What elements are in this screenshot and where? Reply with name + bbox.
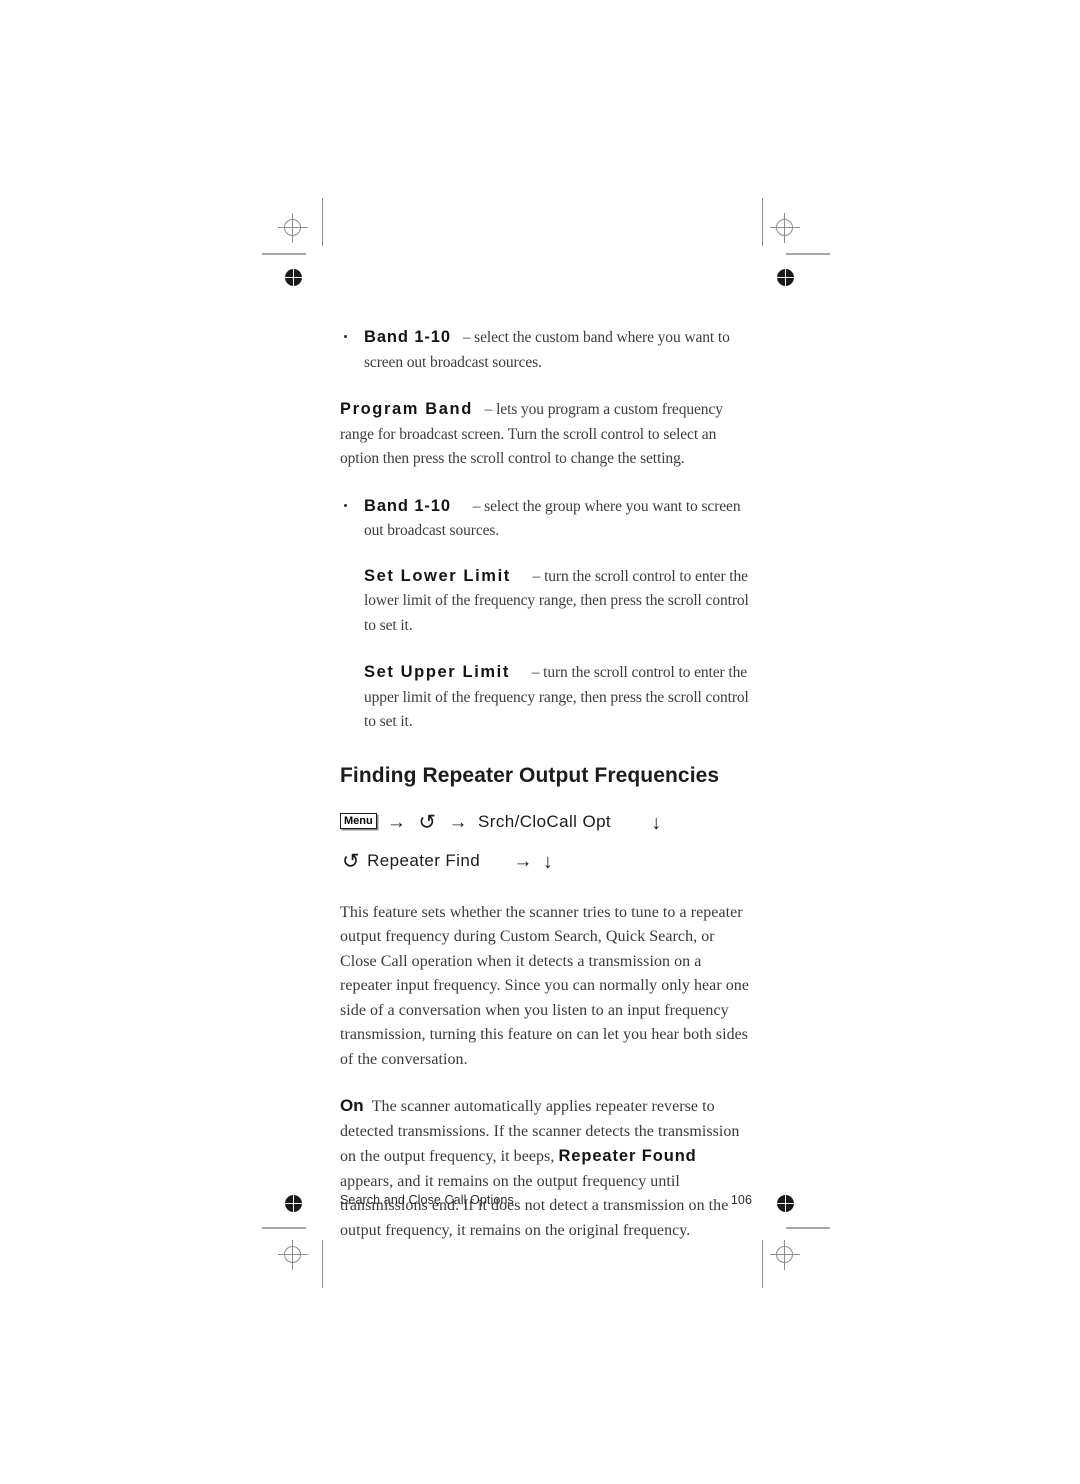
menu-step-srch-clocall-opt[interactable]: Srch/CloCall Opt (478, 812, 611, 831)
registration-crosshair-top-right (770, 213, 800, 243)
trim-rule-vertical-top-left (322, 198, 323, 246)
page-content-column: Band 1-10 – select the custom band where… (340, 325, 752, 1243)
footer-page-number: 106 (730, 1193, 752, 1207)
menu-navigation-row-2: ↺ Repeater Find → ↓ (340, 842, 752, 881)
list-item-band-group: Band 1-10 – select the group where you w… (340, 494, 752, 544)
menu-step-repeater-find[interactable]: Repeater Find (367, 851, 480, 870)
crosshair-horizontal-line (770, 1254, 800, 1255)
arrow-right-icon: → (513, 850, 533, 872)
option-name-set-lower-limit: Set Lower Limit (364, 566, 511, 585)
option-name-band-group: Band 1-10 (364, 496, 451, 515)
option-name-program-band: Program Band (340, 400, 473, 418)
bullet-dot-icon (344, 335, 347, 338)
page-footer: Search and Close Call Options 106 (340, 1193, 752, 1207)
registration-dot-top-left (285, 269, 302, 286)
trim-rule-horizontal-bottom-left (262, 1227, 306, 1229)
page-title: Finding Repeater Output Frequencies (340, 763, 720, 787)
registration-dot-top-right (777, 269, 794, 286)
crosshair-horizontal-line (278, 227, 308, 228)
feature-description-paragraph: This feature sets whether the scanner tr… (340, 903, 750, 1068)
display-text-repeater-found: Repeater Found (558, 1147, 697, 1165)
registration-crosshair-bottom-right (770, 1240, 800, 1270)
dot-vertical-line (785, 1195, 786, 1212)
footer-section-title: Search and Close Call Options (340, 1193, 514, 1207)
option-set-upper-limit: Set Upper Limit – turn the scroll contro… (340, 660, 752, 735)
arrow-down-icon: ↓ (651, 811, 662, 834)
trim-rule-horizontal-bottom-right (786, 1227, 830, 1229)
option-set-lower-limit: Set Lower Limit – turn the scroll contro… (340, 564, 752, 639)
option-name-set-upper-limit: Set Upper Limit (364, 663, 510, 681)
menu-navigation-row-1: Menu → ↺ → Srch/CloCall Opt ↓ (340, 803, 752, 842)
option-name-band-custom: Band 1-10 (364, 328, 451, 346)
crosshair-vertical-line (292, 213, 293, 243)
trim-rule-horizontal-top-left (262, 253, 306, 255)
trim-rule-vertical-bottom-right (762, 1240, 763, 1288)
crosshair-vertical-line (784, 1240, 785, 1270)
trim-rule-vertical-bottom-left (322, 1240, 323, 1288)
registration-crosshair-top-left (278, 213, 308, 243)
registration-dot-bottom-right (777, 1195, 794, 1212)
trim-rule-horizontal-top-right (786, 253, 830, 255)
scroll-control-icon: ↺ (418, 810, 437, 834)
menu-key-button[interactable]: Menu (340, 812, 377, 829)
setting-label-on: On (340, 1096, 364, 1115)
dot-vertical-line (293, 269, 294, 286)
crosshair-horizontal-line (770, 227, 800, 228)
bullet-dot-icon (344, 503, 347, 507)
registration-crosshair-bottom-left (278, 1240, 308, 1270)
on-setting-paragraph: On The scanner automatically applies repe… (340, 1094, 752, 1243)
scroll-control-icon: ↺ (342, 849, 360, 873)
dot-vertical-line (293, 1195, 294, 1212)
menu-navigation-path: Menu → ↺ → Srch/CloCall Opt ↓ ↺ Repeater… (340, 803, 752, 881)
arrow-right-icon: → (386, 811, 407, 833)
arrow-right-icon: → (448, 811, 468, 833)
trim-rule-vertical-top-right (762, 198, 763, 246)
list-item-band-custom: Band 1-10 – select the custom band where… (340, 325, 752, 375)
registration-dot-bottom-left (285, 1195, 302, 1212)
crosshair-vertical-line (784, 213, 785, 243)
arrow-down-icon: ↓ (542, 850, 554, 873)
crosshair-vertical-line (292, 1240, 293, 1270)
crosshair-horizontal-line (278, 1254, 308, 1255)
dot-vertical-line (785, 269, 786, 286)
option-program-band: Program Band – lets you program a custom… (340, 397, 752, 472)
